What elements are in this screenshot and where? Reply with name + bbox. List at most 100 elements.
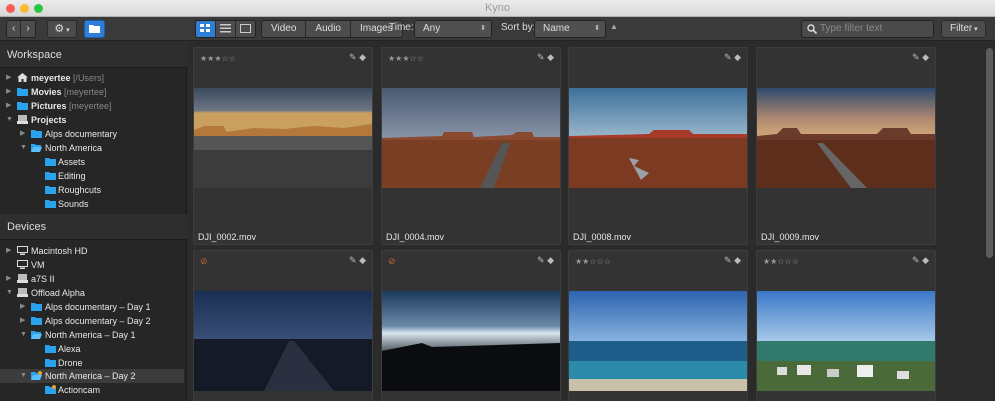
tree-item-sounds[interactable]: Sounds xyxy=(0,197,187,211)
video-thumbnail[interactable] xyxy=(382,88,560,188)
tag-icon[interactable]: ◆ xyxy=(359,52,366,62)
pencil-icon[interactable]: ✎ xyxy=(912,52,920,62)
list-view-button[interactable] xyxy=(216,21,236,37)
disclosure-right-icon[interactable]: ▶ xyxy=(20,300,25,314)
disclosure-right-icon[interactable]: ▶ xyxy=(6,272,11,286)
pencil-icon[interactable]: ✎ xyxy=(724,52,732,62)
back-button[interactable]: ‹ xyxy=(7,21,22,37)
zoom-window-button[interactable] xyxy=(34,4,43,13)
tree-item-north-america[interactable]: ▼ North America xyxy=(0,141,187,155)
settings-menu-button[interactable]: ⚙ ▾ xyxy=(47,20,77,38)
disclosure-right-icon[interactable]: ▶ xyxy=(6,85,11,99)
disclosure-down-icon[interactable]: ▼ xyxy=(20,141,27,155)
tree-item-editing[interactable]: Editing xyxy=(0,169,187,183)
folder-icon xyxy=(89,25,100,33)
minimize-window-button[interactable] xyxy=(20,4,29,13)
disclosure-down-icon[interactable]: ▼ xyxy=(20,369,27,383)
media-card[interactable]: ★★☆☆☆ ✎ ◆ xyxy=(756,250,936,401)
tree-item-label: Movies xyxy=(31,87,62,97)
tag-icon[interactable]: ◆ xyxy=(922,255,929,265)
grid-view-button[interactable] xyxy=(196,21,216,37)
media-card[interactable]: ★★☆☆☆ ✎ ◆ xyxy=(568,250,748,401)
rating-stars[interactable]: ★★★☆☆ xyxy=(388,54,424,63)
tag-icon[interactable]: ◆ xyxy=(359,255,366,265)
forward-button[interactable]: › xyxy=(21,21,35,37)
media-filename: DJI_0008.mov xyxy=(573,232,632,242)
tree-item-alps-documentary[interactable]: ▶ Alps documentary xyxy=(0,127,187,141)
vertical-scrollbar[interactable] xyxy=(986,48,993,258)
video-thumbnail[interactable] xyxy=(194,291,372,391)
video-filter-button[interactable]: Video xyxy=(262,21,307,37)
tree-item-label: Pictures xyxy=(31,101,67,111)
pencil-icon[interactable]: ✎ xyxy=(349,255,357,265)
time-select[interactable]: Any ⬍ xyxy=(414,20,492,38)
rating-stars[interactable]: ★★★☆☆ xyxy=(200,54,236,63)
rating-stars[interactable]: ★★☆☆☆ xyxy=(575,257,611,266)
device-item-actioncam[interactable]: Actioncam xyxy=(0,383,187,397)
disclosure-right-icon[interactable]: ▶ xyxy=(20,127,25,141)
pencil-icon[interactable]: ✎ xyxy=(537,255,545,265)
rejected-marker-icon[interactable]: ⊘ xyxy=(388,256,396,267)
tree-item-pictures[interactable]: ▶ Pictures [meyertee] xyxy=(0,99,187,113)
video-thumbnail[interactable] xyxy=(757,291,935,391)
disclosure-down-icon[interactable]: ▼ xyxy=(6,286,13,300)
disclosure-down-icon[interactable]: ▼ xyxy=(6,113,13,127)
audio-filter-button[interactable]: Audio xyxy=(306,21,351,37)
tree-item-projects[interactable]: ▼ Projects xyxy=(0,113,187,127)
tag-icon[interactable]: ◆ xyxy=(922,52,929,62)
device-item-north-america-day-2[interactable]: ▼ North America – Day 2 xyxy=(0,369,184,383)
video-thumbnail[interactable] xyxy=(382,291,560,391)
window-title: Kyno xyxy=(484,2,511,14)
pencil-icon[interactable]: ✎ xyxy=(912,255,920,265)
media-card[interactable]: ★★★☆☆ ✎ ◆ DJI_0004.mov xyxy=(381,47,561,245)
tag-icon[interactable]: ◆ xyxy=(547,52,554,62)
device-item-a7s-ii[interactable]: ▶ a7S II xyxy=(0,272,187,286)
disclosure-right-icon[interactable]: ▶ xyxy=(6,71,11,85)
tree-item-label: Drone xyxy=(58,358,83,368)
tree-item-assets[interactable]: Assets xyxy=(0,155,187,169)
tree-item-meyertee[interactable]: ▶ meyertee [/Users] xyxy=(0,71,187,85)
disclosure-down-icon[interactable]: ▼ xyxy=(20,328,27,342)
filter-button[interactable]: Filter ▾ xyxy=(941,20,986,38)
device-item-alexa[interactable]: Alexa xyxy=(0,342,187,356)
device-item-offload-alpha[interactable]: ▼ Offload Alpha xyxy=(0,286,187,300)
close-window-button[interactable] xyxy=(6,4,15,13)
media-card[interactable]: ⊘ ✎ ◆ xyxy=(381,250,561,401)
device-item-drone[interactable]: Drone xyxy=(0,356,187,370)
tree-item-movies[interactable]: ▶ Movies [meyertee] xyxy=(0,85,187,99)
pencil-icon[interactable]: ✎ xyxy=(537,52,545,62)
disclosure-right-icon[interactable]: ▶ xyxy=(6,99,11,113)
tag-icon[interactable]: ◆ xyxy=(734,52,741,62)
video-thumbnail[interactable] xyxy=(569,291,747,391)
rating-stars[interactable]: ★★☆☆☆ xyxy=(763,257,799,266)
device-item-macintosh-hd[interactable]: ▶ Macintosh HD xyxy=(0,244,187,258)
tree-item-roughcuts[interactable]: Roughcuts xyxy=(0,183,187,197)
single-view-icon xyxy=(240,24,251,33)
video-thumbnail[interactable] xyxy=(194,88,372,188)
filter-text-input[interactable]: Type filter text xyxy=(801,20,934,38)
video-thumbnail[interactable] xyxy=(569,88,747,188)
tag-icon[interactable]: ◆ xyxy=(547,255,554,265)
folder-badge-icon xyxy=(45,385,56,394)
sort-direction-icon[interactable]: ▲ xyxy=(610,22,618,31)
rejected-marker-icon[interactable]: ⊘ xyxy=(200,256,208,267)
device-item-north-america-day-1[interactable]: ▼ North America – Day 1 xyxy=(0,328,187,342)
pencil-icon[interactable]: ✎ xyxy=(349,52,357,62)
device-item-vm[interactable]: VM xyxy=(0,258,187,272)
sort-select[interactable]: Name ⬍ xyxy=(534,20,606,38)
media-card[interactable]: ✎ ◆ DJI_0009.mov xyxy=(756,47,936,245)
pencil-icon[interactable]: ✎ xyxy=(724,255,732,265)
single-view-button[interactable] xyxy=(236,21,255,37)
add-folder-button[interactable] xyxy=(84,20,105,38)
media-card[interactable]: ★★★☆☆ ✎ ◆ DJI_0002.mov xyxy=(193,47,373,245)
folder-icon xyxy=(17,102,28,110)
media-card[interactable]: ⊘ ✎ ◆ xyxy=(193,250,373,401)
disclosure-right-icon[interactable]: ▶ xyxy=(20,314,25,328)
drive-icon xyxy=(17,115,28,124)
tag-icon[interactable]: ◆ xyxy=(734,255,741,265)
video-thumbnail[interactable] xyxy=(757,88,935,188)
device-item-alps-day-1[interactable]: ▶ Alps documentary – Day 1 xyxy=(0,300,187,314)
device-item-alps-day-2[interactable]: ▶ Alps documentary – Day 2 xyxy=(0,314,187,328)
disclosure-right-icon[interactable]: ▶ xyxy=(6,244,11,258)
media-card[interactable]: ✎ ◆ DJI_0008.mov xyxy=(568,47,748,245)
